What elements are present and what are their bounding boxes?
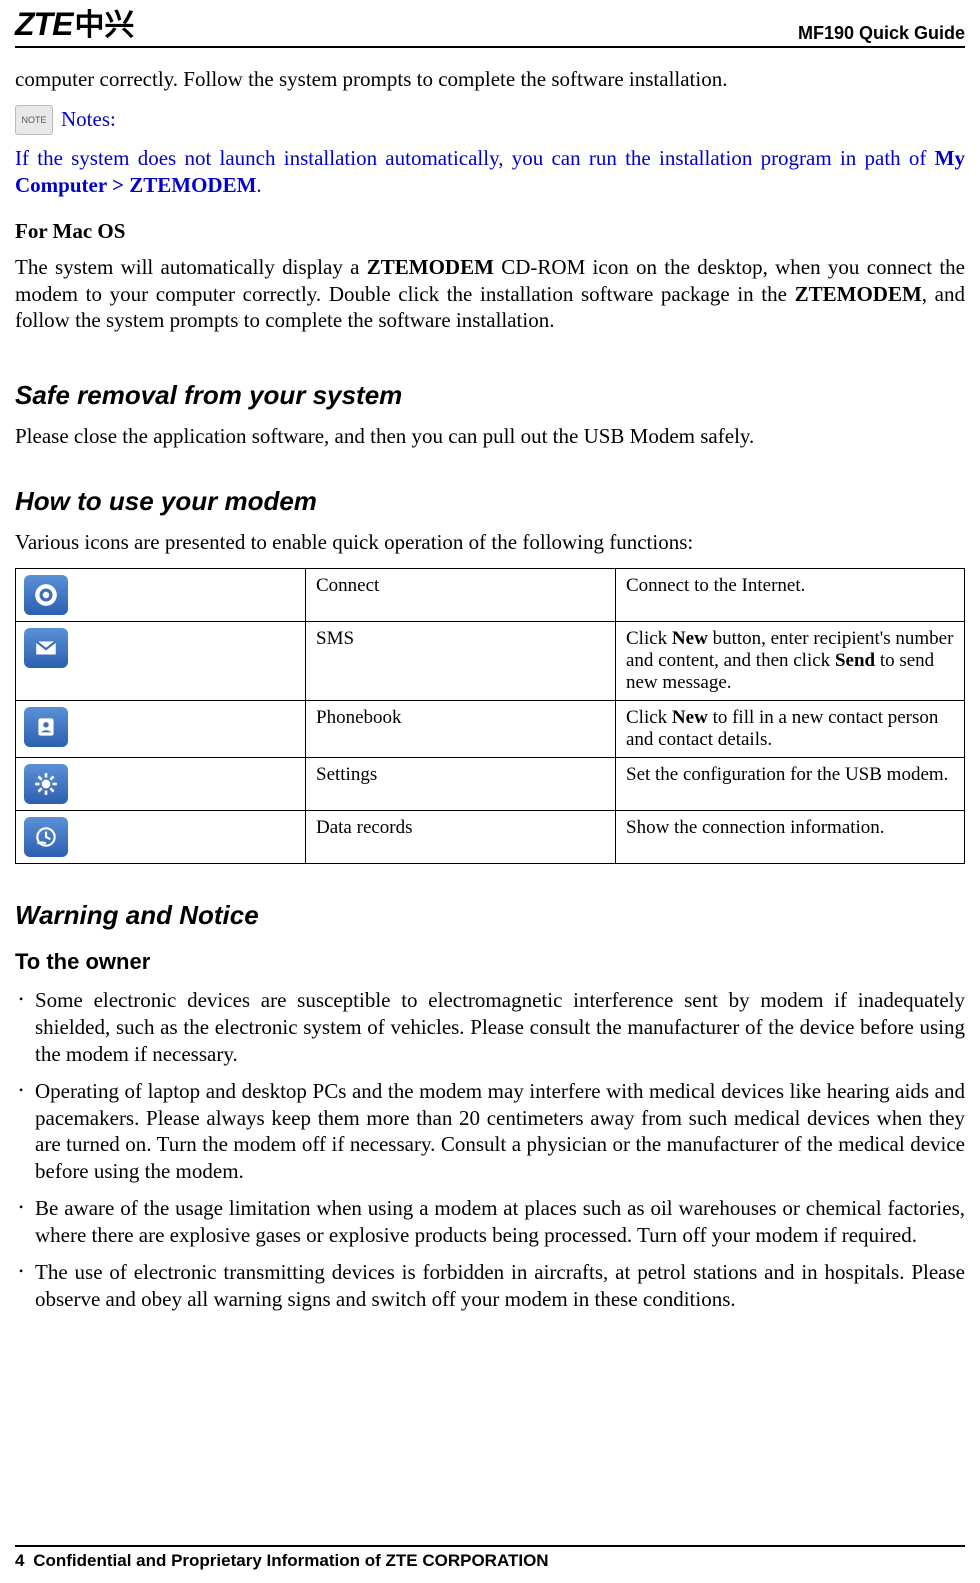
subsection-owner: To the owner xyxy=(15,949,965,975)
row-desc: Set the configuration for the USB modem. xyxy=(616,758,965,811)
settings-icon xyxy=(24,764,68,804)
phonebook-icon xyxy=(24,707,68,747)
data-records-icon xyxy=(24,817,68,857)
sms-icon xyxy=(24,628,68,668)
row-name: Connect xyxy=(306,569,616,622)
row-name: Settings xyxy=(306,758,616,811)
table-row: SMS Click New button, enter recipient's … xyxy=(16,622,965,701)
notes-label: Notes: xyxy=(61,107,116,132)
note-body-pre: If the system does not launch installati… xyxy=(15,146,935,170)
mac-body-bold1: ZTEMODEM xyxy=(367,255,494,279)
mac-header: For Mac OS xyxy=(15,219,965,244)
doc-title: MF190 Quick Guide xyxy=(798,23,965,44)
list-item: Some electronic devices are susceptible … xyxy=(15,987,965,1068)
table-row: Settings Set the configuration for the U… xyxy=(16,758,965,811)
connect-icon xyxy=(24,575,68,615)
row-desc: Connect to the Internet. xyxy=(616,569,965,622)
intro-fragment: computer correctly. Follow the system pr… xyxy=(15,66,965,93)
footer-text: Confidential and Proprietary Information… xyxy=(33,1551,548,1570)
row-desc: Show the connection information. xyxy=(616,811,965,864)
logo-text: ZTE xyxy=(15,6,72,42)
list-item: Operating of laptop and desktop PCs and … xyxy=(15,1078,965,1186)
note-icon: NOTE xyxy=(15,105,53,135)
safe-body: Please close the application software, a… xyxy=(15,423,965,450)
mac-body: The system will automatically display a … xyxy=(15,254,965,335)
page-number: 4 xyxy=(15,1551,24,1570)
row-name: SMS xyxy=(306,622,616,701)
owner-bullets: Some electronic devices are susceptible … xyxy=(15,987,965,1313)
note-row: NOTE Notes: xyxy=(15,105,965,135)
table-row: Connect Connect to the Internet. xyxy=(16,569,965,622)
row-name: Data records xyxy=(306,811,616,864)
row-desc: Click New button, enter recipient's numb… xyxy=(616,622,965,701)
logo: ZTE中兴 xyxy=(15,0,134,44)
table-row: Data records Show the connection informa… xyxy=(16,811,965,864)
logo-cn: 中兴 xyxy=(74,9,134,42)
list-item: The use of electronic transmitting devic… xyxy=(15,1259,965,1313)
page-header: ZTE中兴 MF190 Quick Guide xyxy=(15,0,965,48)
row-desc: Click New to fill in a new contact perso… xyxy=(616,701,965,758)
icon-table: Connect Connect to the Internet. SMS Cli… xyxy=(15,568,965,864)
row-name: Phonebook xyxy=(306,701,616,758)
table-row: Phonebook Click New to fill in a new con… xyxy=(16,701,965,758)
mac-body-bold2: ZTEMODEM xyxy=(795,282,922,306)
note-body-post: . xyxy=(256,173,261,197)
page-footer: 4 Confidential and Proprietary Informati… xyxy=(15,1545,965,1571)
howto-intro: Various icons are presented to enable qu… xyxy=(15,529,965,556)
note-body: If the system does not launch installati… xyxy=(15,145,965,199)
section-how-to-use: How to use your modem xyxy=(15,486,965,517)
section-safe-removal: Safe removal from your system xyxy=(15,380,965,411)
section-warning: Warning and Notice xyxy=(15,900,965,931)
list-item: Be aware of the usage limitation when us… xyxy=(15,1195,965,1249)
mac-body-1: The system will automatically display a xyxy=(15,255,367,279)
